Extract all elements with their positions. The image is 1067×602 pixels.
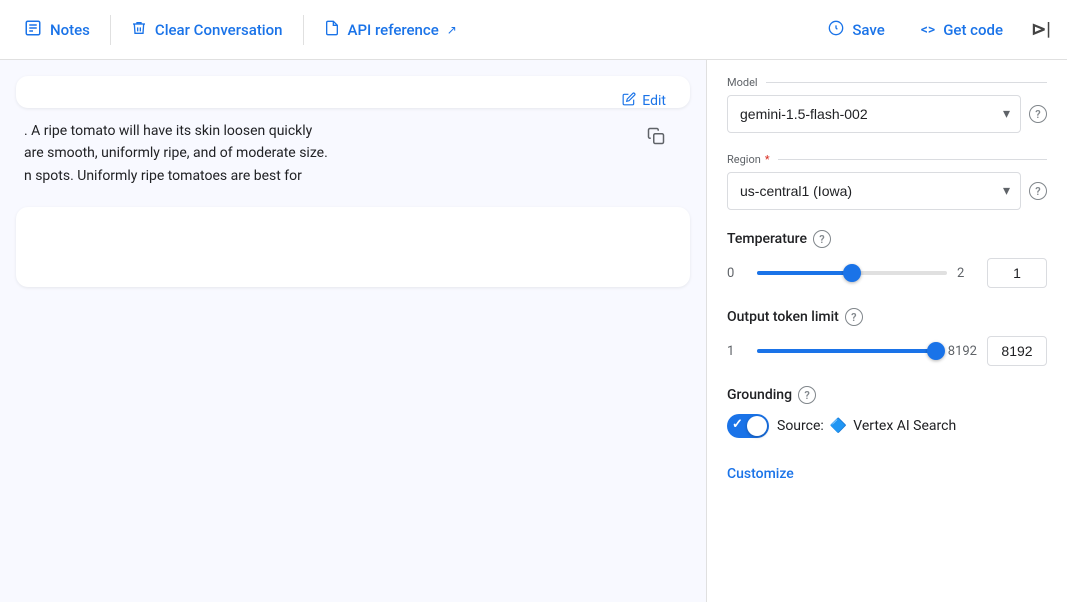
separator-1 bbox=[110, 15, 111, 45]
save-label: Save bbox=[852, 21, 884, 39]
grounding-help-icon[interactable]: ? bbox=[798, 386, 816, 404]
model-select[interactable]: gemini-1.5-flash-002gemini-1.5-pro-002ge… bbox=[728, 96, 1020, 132]
get-code-label: Get code bbox=[943, 21, 1003, 39]
edit-label: Edit bbox=[642, 93, 666, 109]
model-label: Model bbox=[727, 76, 1047, 89]
edit-icon bbox=[622, 92, 636, 110]
region-select-wrapper: us-central1 (Iowa)us-east1europe-west1 ▾ bbox=[727, 172, 1021, 210]
main-content: Edit . A ripe tomato will have its skin … bbox=[0, 60, 1067, 602]
model-field-group: Model gemini-1.5-flash-002gemini-1.5-pro… bbox=[727, 76, 1047, 133]
temperature-label: Temperature bbox=[727, 231, 807, 247]
output-token-section: Output token limit ? 1 8192 bbox=[727, 308, 1047, 366]
output-token-help-icon[interactable]: ? bbox=[845, 308, 863, 326]
temperature-slider-container bbox=[757, 263, 947, 283]
collapse-panel-button[interactable]: ⊳| bbox=[1023, 12, 1059, 48]
copy-button[interactable] bbox=[638, 120, 674, 156]
toggle-thumb bbox=[747, 416, 767, 436]
chat-panel: Edit . A ripe tomato will have its skin … bbox=[0, 60, 707, 602]
collapse-icon: ⊳| bbox=[1031, 19, 1051, 40]
clear-label: Clear Conversation bbox=[155, 21, 283, 39]
output-token-input[interactable] bbox=[987, 336, 1047, 366]
region-label: Region * bbox=[727, 153, 1047, 166]
output-token-slider-container bbox=[757, 341, 938, 361]
temperature-label-row: Temperature ? bbox=[727, 230, 1047, 248]
region-field-group: Region * us-central1 (Iowa)us-east1europ… bbox=[727, 153, 1047, 210]
clear-icon bbox=[131, 19, 147, 41]
get-code-icon: <> bbox=[921, 22, 935, 38]
grounding-toggle[interactable]: ✓ bbox=[727, 414, 769, 438]
vertex-icon: 🔷 bbox=[830, 418, 847, 434]
get-code-button[interactable]: <> Get code bbox=[905, 13, 1019, 47]
required-asterisk: * bbox=[765, 153, 770, 166]
notes-label: Notes bbox=[50, 21, 90, 39]
output-token-min: 1 bbox=[727, 344, 747, 359]
output-token-track bbox=[757, 349, 938, 353]
grounding-label: Grounding bbox=[727, 387, 792, 403]
api-label: API reference bbox=[348, 21, 439, 39]
notes-button[interactable]: Notes bbox=[8, 11, 106, 49]
toolbar: Notes Clear Conversation API reference ↗ bbox=[0, 0, 1067, 60]
temperature-thumb[interactable] bbox=[843, 264, 861, 282]
region-select[interactable]: us-central1 (Iowa)us-east1europe-west1 bbox=[728, 173, 1020, 209]
output-token-thumb[interactable] bbox=[927, 342, 945, 360]
separator-2 bbox=[303, 15, 304, 45]
temperature-fill bbox=[757, 271, 852, 275]
external-link-icon: ↗ bbox=[447, 23, 457, 37]
grounding-source: Source: 🔷 Vertex AI Search bbox=[777, 418, 956, 434]
copy-icon bbox=[647, 127, 665, 150]
notes-icon bbox=[24, 19, 42, 41]
temperature-section: Temperature ? 0 2 bbox=[727, 230, 1047, 288]
temperature-max: 2 bbox=[957, 266, 977, 281]
grounding-label-row: Grounding ? bbox=[727, 386, 1047, 404]
toggle-track: ✓ bbox=[727, 414, 769, 438]
temperature-slider-row: 0 2 bbox=[727, 258, 1047, 288]
temperature-track bbox=[757, 271, 947, 275]
api-reference-button[interactable]: API reference ↗ bbox=[308, 11, 473, 49]
save-icon bbox=[828, 20, 844, 40]
vertex-label: Vertex AI Search bbox=[853, 418, 956, 434]
customize-button[interactable]: Customize bbox=[727, 458, 794, 490]
user-message-bubble: Edit bbox=[16, 76, 690, 108]
response-text: . A ripe tomato will have its skin loose… bbox=[24, 120, 682, 187]
toggle-checkmark: ✓ bbox=[732, 417, 743, 432]
output-token-max: 8192 bbox=[948, 344, 977, 359]
source-label: Source: bbox=[777, 418, 824, 434]
output-token-slider-row: 1 8192 bbox=[727, 336, 1047, 366]
model-help-icon[interactable]: ? bbox=[1029, 105, 1047, 123]
temperature-min: 0 bbox=[727, 266, 747, 281]
output-token-label: Output token limit bbox=[727, 309, 839, 325]
edit-button[interactable]: Edit bbox=[614, 88, 674, 114]
temperature-help-icon[interactable]: ? bbox=[813, 230, 831, 248]
customize-section: Customize bbox=[727, 458, 1047, 490]
api-icon bbox=[324, 19, 340, 41]
input-box[interactable] bbox=[16, 207, 690, 287]
model-select-wrapper: gemini-1.5-flash-002gemini-1.5-pro-002ge… bbox=[727, 95, 1021, 133]
save-button[interactable]: Save bbox=[812, 12, 900, 48]
output-token-fill bbox=[757, 349, 936, 353]
chat-area: Edit . A ripe tomato will have its skin … bbox=[0, 60, 706, 602]
toolbar-right: Save <> Get code ⊳| bbox=[812, 12, 1059, 48]
grounding-section: Grounding ? ✓ Source: 🔷 Vertex AI Search bbox=[727, 386, 1047, 438]
settings-panel: Model gemini-1.5-flash-002gemini-1.5-pro… bbox=[707, 60, 1067, 602]
region-help-icon[interactable]: ? bbox=[1029, 182, 1047, 200]
response-area: . A ripe tomato will have its skin loose… bbox=[16, 120, 690, 187]
temperature-input[interactable] bbox=[987, 258, 1047, 288]
grounding-row: ✓ Source: 🔷 Vertex AI Search bbox=[727, 414, 1047, 438]
clear-conversation-button[interactable]: Clear Conversation bbox=[115, 11, 299, 49]
output-token-label-row: Output token limit ? bbox=[727, 308, 1047, 326]
